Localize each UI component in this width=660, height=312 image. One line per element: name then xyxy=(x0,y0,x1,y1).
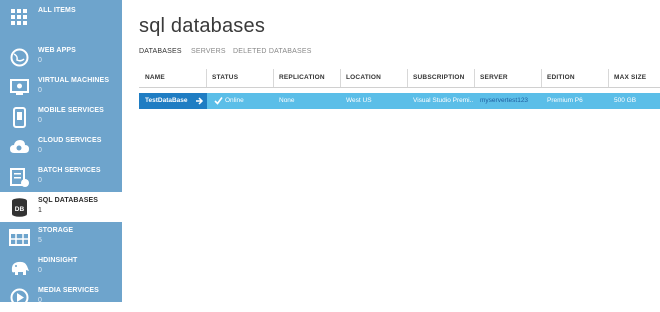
arrow-right-icon[interactable] xyxy=(195,96,204,106)
tab-servers[interactable]: SERVERS xyxy=(191,48,226,55)
sidebar-item-media-services[interactable]: MEDIA SERVICES 0 xyxy=(0,282,122,312)
table-header: NAME STATUS REPLICATION LOCATION SUBSCRI… xyxy=(139,69,660,88)
column-header-max-size[interactable]: MAX SIZE xyxy=(614,74,646,81)
sidebar-item-count: 0 xyxy=(38,87,42,94)
database-icon: DB xyxy=(12,198,27,217)
column-divider xyxy=(541,69,542,87)
grid-icon xyxy=(11,9,27,25)
tab-deleted-databases[interactable]: DELETED DATABASES xyxy=(233,48,312,55)
elephant-icon xyxy=(11,261,29,275)
column-divider xyxy=(474,69,475,87)
table-row[interactable]: TestDataBase Online None West US Visual … xyxy=(139,93,660,109)
subscription-cell: Visual Studio Premi... xyxy=(413,97,473,104)
sidebar-item-count: 0 xyxy=(38,57,42,64)
media-icon xyxy=(10,288,29,307)
sidebar-item-count: 0 xyxy=(38,267,42,274)
sidebar-item-virtual-machines[interactable]: VIRTUAL MACHINES 0 xyxy=(0,72,122,102)
sidebar-item-web-apps[interactable]: WEB APPS 0 xyxy=(0,42,122,72)
sidebar-item-batch-services[interactable]: BATCH SERVICES 0 xyxy=(0,162,122,192)
cloud-icon xyxy=(10,140,29,153)
sidebar-item-label: MEDIA SERVICES xyxy=(38,287,99,294)
globe-icon xyxy=(10,48,29,67)
status-cell: Online xyxy=(225,97,244,104)
database-name-link[interactable]: TestDataBase xyxy=(145,97,188,104)
column-divider xyxy=(206,69,207,87)
sidebar-item-hdinsight[interactable]: HDINSIGHT 0 xyxy=(0,252,122,282)
column-header-replication[interactable]: REPLICATION xyxy=(279,74,325,81)
tab-databases[interactable]: DATABASES xyxy=(139,48,182,55)
page-title: sql databases xyxy=(139,15,266,37)
sidebar-item-label: ALL ITEMS xyxy=(38,7,76,14)
replication-cell: None xyxy=(279,97,295,104)
sidebar-item-count: 0 xyxy=(38,297,42,304)
sidebar-item-count: 0 xyxy=(38,117,42,124)
column-divider xyxy=(407,69,408,87)
svg-text:DB: DB xyxy=(15,206,25,213)
column-header-name[interactable]: NAME xyxy=(145,74,165,81)
column-header-subscription[interactable]: SUBSCRIPTION xyxy=(413,74,465,81)
column-header-server[interactable]: SERVER xyxy=(480,74,508,81)
sidebar-item-label: VIRTUAL MACHINES xyxy=(38,77,110,84)
location-cell: West US xyxy=(346,97,372,104)
sidebar-item-mobile-services[interactable]: MOBILE SERVICES 0 xyxy=(0,102,122,132)
sidebar-item-label: CLOUD SERVICES xyxy=(38,137,102,144)
sidebar-item-all-items[interactable]: ALL ITEMS xyxy=(0,2,122,32)
sidebar-item-count: 0 xyxy=(38,147,42,154)
monitor-icon xyxy=(10,79,29,95)
sidebar: ALL ITEMS WEB APPS 0 VIRTUAL MACHINES 0 … xyxy=(0,0,122,307)
sidebar-item-label: STORAGE xyxy=(38,227,74,234)
column-header-edition[interactable]: EDITION xyxy=(547,74,575,81)
sidebar-item-label: WEB APPS xyxy=(38,47,76,54)
sidebar-item-cloud-services[interactable]: CLOUD SERVICES 0 xyxy=(0,132,122,162)
batch-icon xyxy=(10,168,29,187)
sidebar-item-sql-databases[interactable]: DB SQL DATABASES 1 xyxy=(0,192,122,222)
max-size-cell: 500 GB xyxy=(614,97,637,104)
column-divider xyxy=(273,69,274,87)
edition-cell: Premium P6 xyxy=(547,97,583,104)
sidebar-item-label: SQL DATABASES xyxy=(38,197,99,204)
server-link[interactable]: myservertest123 xyxy=(480,97,528,104)
column-divider xyxy=(340,69,341,87)
sidebar-item-label: HDINSIGHT xyxy=(38,257,78,264)
sidebar-item-label: MOBILE SERVICES xyxy=(38,107,104,114)
checkmark-icon xyxy=(214,97,223,105)
sidebar-item-count: 1 xyxy=(38,207,42,214)
sidebar-item-count: 5 xyxy=(38,237,42,244)
sidebar-item-storage[interactable]: STORAGE 5 xyxy=(0,222,122,252)
column-divider xyxy=(608,69,609,87)
sidebar-item-count: 0 xyxy=(38,177,42,184)
column-header-location[interactable]: LOCATION xyxy=(346,74,381,81)
sidebar-item-label: BATCH SERVICES xyxy=(38,167,101,174)
column-header-status[interactable]: STATUS xyxy=(212,74,238,81)
phone-icon xyxy=(13,107,26,128)
table-icon xyxy=(9,229,30,246)
row-name-cell[interactable]: TestDataBase xyxy=(139,93,207,109)
